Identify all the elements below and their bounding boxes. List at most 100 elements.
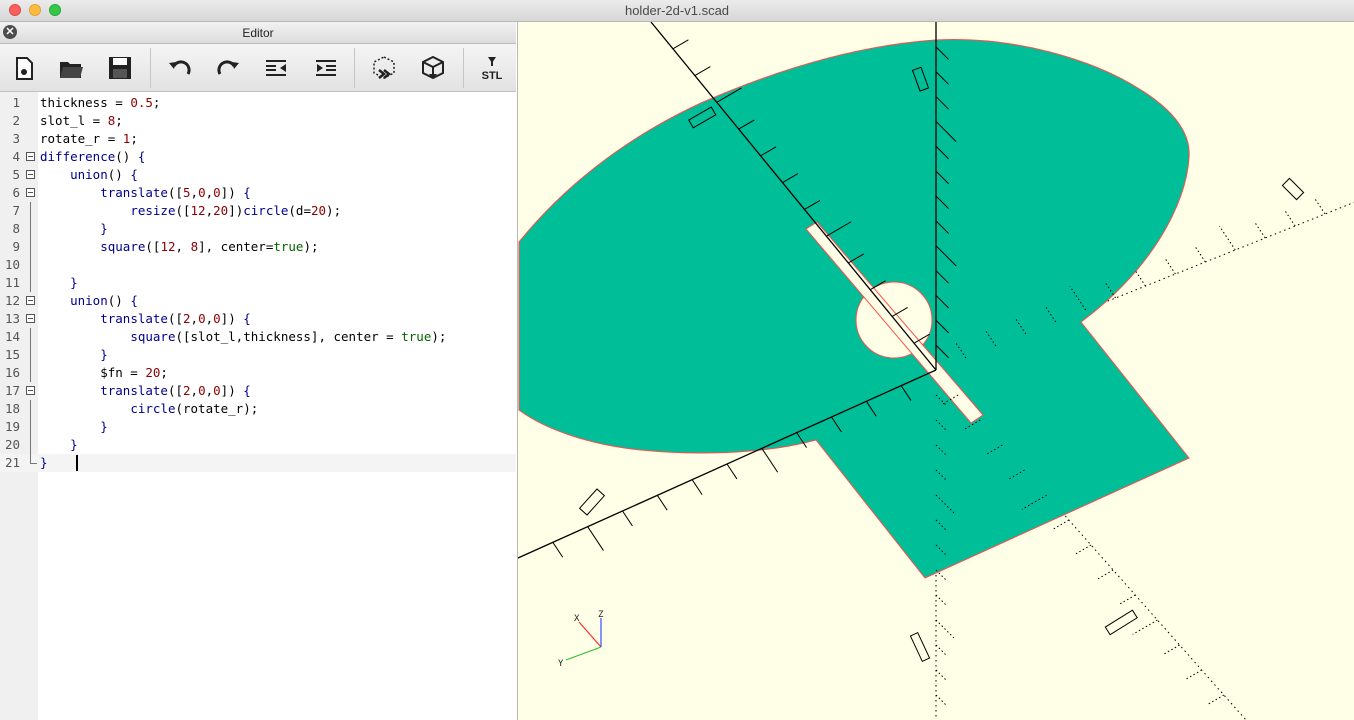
code-line[interactable]: 14 square([slot_l,thickness], center = t… bbox=[0, 328, 516, 346]
axis-tick bbox=[1135, 270, 1146, 287]
line-number: 12 bbox=[4, 293, 20, 308]
code-line[interactable]: 15 } bbox=[0, 346, 516, 364]
code-line[interactable]: 11 } bbox=[0, 274, 516, 292]
window-title: holder-2d-v1.scad bbox=[624, 3, 730, 18]
toolbar-separator bbox=[354, 48, 355, 88]
editor-title: Editor bbox=[242, 26, 274, 40]
code-text: union() { bbox=[70, 293, 138, 308]
line-number: 14 bbox=[4, 329, 20, 344]
axis-label-y: Y bbox=[558, 659, 564, 669]
code-line[interactable]: 17 translate([2,0,0]) { bbox=[0, 382, 516, 400]
undo-button[interactable] bbox=[164, 52, 196, 84]
code-line[interactable]: 13 translate([2,0,0]) { bbox=[0, 310, 516, 328]
fold-end-marker bbox=[30, 454, 37, 464]
code-text: } bbox=[70, 275, 78, 290]
code-text: circle(rotate_r); bbox=[130, 401, 259, 416]
fold-guide bbox=[30, 400, 31, 418]
render-icon bbox=[422, 55, 444, 80]
line-number: 16 bbox=[4, 365, 20, 380]
axis-tick bbox=[1185, 669, 1202, 680]
code-line[interactable]: 1 thickness = 0.5; bbox=[0, 94, 516, 112]
indent-button[interactable] bbox=[310, 52, 342, 84]
code-line[interactable]: 20 } bbox=[0, 436, 516, 454]
code-text: square([slot_l,thickness], center = true… bbox=[130, 329, 447, 344]
axes-orientation-indicator: X Z Y bbox=[558, 610, 604, 669]
fold-guide bbox=[30, 436, 31, 454]
line-number: 6 bbox=[12, 185, 20, 200]
fold-toggle-icon[interactable] bbox=[26, 170, 35, 179]
axis-tick bbox=[935, 669, 948, 682]
export-stl-button[interactable]: STL bbox=[476, 52, 508, 84]
export-stl-icon: STL bbox=[482, 57, 503, 82]
axis-tick bbox=[1219, 225, 1236, 251]
axis-tick bbox=[672, 39, 689, 50]
code-line[interactable]: 9 square([12, 8], center=true); bbox=[0, 238, 516, 256]
axis-tick bbox=[1195, 246, 1206, 263]
code-line[interactable]: 6 translate([5,0,0]) { bbox=[0, 184, 516, 202]
axis-tick bbox=[1314, 198, 1326, 215]
code-line[interactable]: 12 union() { bbox=[0, 292, 516, 310]
fold-guide bbox=[30, 328, 31, 346]
code-line[interactable]: 21} bbox=[0, 454, 516, 472]
editor-header: ✕ Editor bbox=[0, 22, 516, 44]
redo-button[interactable] bbox=[212, 52, 244, 84]
code-line[interactable]: 7 resize([12,20])circle(d=20); bbox=[0, 202, 516, 220]
code-text: resize([12,20])circle(d=20); bbox=[130, 203, 342, 218]
code-line[interactable]: 16 $fn = 20; bbox=[0, 364, 516, 382]
fold-toggle-icon[interactable] bbox=[26, 152, 35, 161]
axis-tick bbox=[1165, 258, 1176, 275]
line-number: 15 bbox=[4, 347, 20, 362]
fold-toggle-icon[interactable] bbox=[26, 314, 35, 323]
code-editor[interactable]: 1 thickness = 0.5; 2 slot_l = 8; 3 rotate_r =… bbox=[0, 92, 516, 720]
open-file-button[interactable] bbox=[55, 52, 87, 84]
unindent-icon bbox=[266, 60, 286, 76]
code-text: $fn = 20; bbox=[40, 365, 168, 380]
axis-tick bbox=[935, 644, 948, 657]
fold-toggle-icon[interactable] bbox=[26, 386, 35, 395]
save-icon bbox=[109, 57, 131, 79]
fold-toggle-icon[interactable] bbox=[26, 296, 35, 305]
undo-icon bbox=[169, 60, 191, 75]
line-number: 17 bbox=[4, 383, 20, 398]
fold-guide bbox=[30, 202, 31, 220]
code-text: difference() { bbox=[40, 149, 146, 164]
preview-button[interactable] bbox=[368, 52, 400, 84]
new-file-button[interactable] bbox=[8, 52, 40, 84]
axis-tick bbox=[1254, 222, 1266, 239]
line-number: 18 bbox=[4, 401, 20, 416]
holder-shape bbox=[518, 39, 1190, 579]
toolbar-separator bbox=[463, 48, 464, 88]
code-line[interactable]: 19 } bbox=[0, 418, 516, 436]
code-text: thickness = 0.5; bbox=[40, 95, 161, 110]
window-titlebar: holder-2d-v1.scad bbox=[0, 0, 1354, 22]
fold-guide bbox=[30, 274, 31, 292]
code-line[interactable]: 2 slot_l = 8; bbox=[0, 112, 516, 130]
line-number: 5 bbox=[12, 167, 20, 182]
line-number: 19 bbox=[4, 419, 20, 434]
code-line[interactable]: 4 difference() { bbox=[0, 148, 516, 166]
3d-viewport[interactable]: X Z Y bbox=[517, 22, 1354, 720]
fold-guide bbox=[30, 346, 31, 364]
save-button[interactable] bbox=[104, 52, 136, 84]
code-line[interactable]: 18 circle(rotate_r); bbox=[0, 400, 516, 418]
line-number: 1 bbox=[12, 95, 20, 110]
text-caret bbox=[76, 455, 78, 471]
render-button[interactable] bbox=[417, 52, 449, 84]
axis-tick bbox=[935, 619, 955, 639]
editor-pane: ✕ Editor STL 1 thickness = 0.5; 2 slot_l… bbox=[0, 22, 516, 720]
fold-toggle-icon[interactable] bbox=[26, 188, 35, 197]
code-text: } bbox=[40, 455, 48, 470]
code-line[interactable]: 3 rotate_r = 1; bbox=[0, 130, 516, 148]
viewport-canvas: X Z Y bbox=[518, 22, 1354, 720]
code-line[interactable]: 5 union() { bbox=[0, 166, 516, 184]
axis-tick bbox=[761, 448, 779, 473]
line-number: 20 bbox=[4, 437, 20, 452]
code-line[interactable]: 10 bbox=[0, 256, 516, 274]
line-number: 11 bbox=[4, 275, 20, 290]
code-line[interactable]: 8 } bbox=[0, 220, 516, 238]
code-text: slot_l = 8; bbox=[40, 113, 123, 128]
fold-guide bbox=[30, 256, 31, 274]
axis-tick bbox=[1119, 594, 1136, 605]
unindent-button[interactable] bbox=[260, 52, 292, 84]
axis-label-x: X bbox=[574, 614, 580, 624]
